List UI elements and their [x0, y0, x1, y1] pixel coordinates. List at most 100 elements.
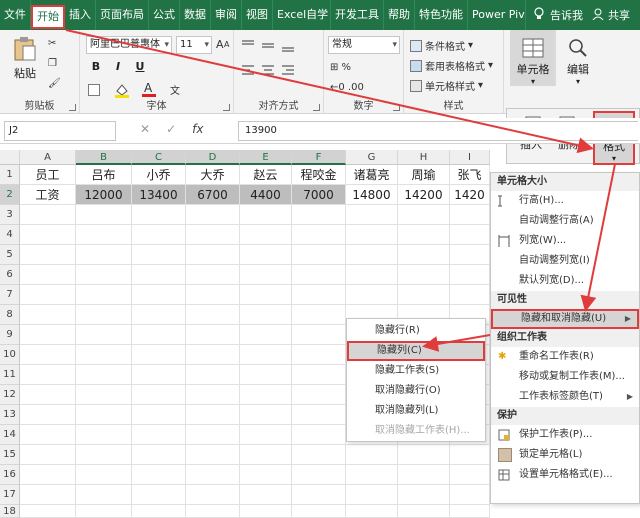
clipboard-launcher[interactable]	[69, 104, 76, 111]
sheet-cell[interactable]: 1420	[450, 185, 490, 205]
tab-power-pivot[interactable]: Power Pivot	[468, 0, 526, 30]
cell-styles-button[interactable]: 单元格样式 ▾	[410, 78, 483, 93]
row-header[interactable]: 16	[0, 465, 20, 485]
empty-cell[interactable]	[20, 205, 76, 225]
empty-cell[interactable]	[240, 445, 292, 465]
row-header[interactable]: 18	[0, 505, 20, 518]
empty-cell[interactable]	[450, 485, 490, 505]
menu-move-copy[interactable]: 移动或复制工作表(M)...	[491, 367, 639, 387]
row-header[interactable]: 1	[0, 165, 20, 185]
sheet-cell[interactable]: 7000	[292, 185, 346, 205]
sheet-cell[interactable]: 赵云	[240, 165, 292, 185]
empty-cell[interactable]	[76, 465, 132, 485]
empty-cell[interactable]	[292, 325, 346, 345]
empty-cell[interactable]	[186, 365, 240, 385]
submenu-hide-row[interactable]: 隐藏行(R)	[347, 321, 485, 341]
row-header[interactable]: 6	[0, 265, 20, 285]
empty-cell[interactable]	[398, 205, 450, 225]
empty-cell[interactable]	[76, 285, 132, 305]
empty-cell[interactable]	[132, 425, 186, 445]
cells-button[interactable]: 单元格 ▾	[510, 30, 556, 86]
empty-cell[interactable]	[76, 345, 132, 365]
empty-cell[interactable]	[20, 405, 76, 425]
empty-cell[interactable]	[240, 365, 292, 385]
font-launcher[interactable]	[223, 104, 230, 111]
empty-cell[interactable]	[240, 385, 292, 405]
underline-button[interactable]: U	[132, 60, 148, 73]
submenu-hide-sheet[interactable]: 隐藏工作表(S)	[347, 361, 485, 381]
menu-lock-cell[interactable]: 锁定单元格(L)	[491, 445, 639, 465]
menu-tab-color[interactable]: 工作表标签颜色(T) ▶	[491, 387, 639, 407]
empty-cell[interactable]	[132, 385, 186, 405]
empty-cell[interactable]	[292, 485, 346, 505]
sheet-cell[interactable]: 大乔	[186, 165, 240, 185]
column-header[interactable]: F	[292, 150, 346, 165]
empty-cell[interactable]	[240, 305, 292, 325]
empty-cell[interactable]	[76, 405, 132, 425]
bold-button[interactable]: B	[88, 60, 104, 73]
empty-cell[interactable]	[346, 445, 398, 465]
empty-cell[interactable]	[240, 225, 292, 245]
row-header[interactable]: 5	[0, 245, 20, 265]
empty-cell[interactable]	[132, 505, 186, 518]
sheet-cell[interactable]: 13400	[132, 185, 186, 205]
fill-color-icon[interactable]	[114, 82, 130, 98]
menu-hide-unhide[interactable]: 隐藏和取消隐藏(U) ▶	[491, 309, 639, 329]
cells-dropdown[interactable]: 单元格 ▾	[514, 38, 552, 86]
empty-cell[interactable]	[398, 505, 450, 518]
empty-cell[interactable]	[398, 485, 450, 505]
empty-cell[interactable]	[186, 225, 240, 245]
row-header[interactable]: 13	[0, 405, 20, 425]
tab-review[interactable]: 审阅	[211, 0, 242, 30]
empty-cell[interactable]	[186, 205, 240, 225]
row-header[interactable]: 14	[0, 425, 20, 445]
empty-cell[interactable]	[240, 245, 292, 265]
empty-cell[interactable]	[450, 245, 490, 265]
empty-cell[interactable]	[186, 405, 240, 425]
tab-formulas[interactable]: 公式	[149, 0, 180, 30]
number-launcher[interactable]	[393, 104, 400, 111]
editing-button[interactable]: 编辑 ▾	[560, 38, 596, 86]
row-header[interactable]: 4	[0, 225, 20, 245]
formula-input[interactable]: 13900	[238, 121, 638, 141]
alignment-icons[interactable]	[238, 38, 322, 88]
empty-cell[interactable]	[132, 345, 186, 365]
sheet-cell[interactable]: 工资	[20, 185, 76, 205]
shrink-font-button[interactable]: A	[224, 40, 229, 49]
empty-cell[interactable]	[132, 225, 186, 245]
empty-cell[interactable]	[240, 205, 292, 225]
sheet-cell[interactable]: 4400	[240, 185, 292, 205]
empty-cell[interactable]	[450, 445, 490, 465]
conditional-format-button[interactable]: 条件格式 ▾	[410, 38, 473, 53]
tab-view[interactable]: 视图	[242, 0, 273, 30]
empty-cell[interactable]	[76, 365, 132, 385]
menu-col-width[interactable]: 列宽(W)...	[491, 231, 639, 251]
tab-special[interactable]: 特色功能	[415, 0, 468, 30]
empty-cell[interactable]	[240, 285, 292, 305]
empty-cell[interactable]	[132, 325, 186, 345]
tab-file[interactable]: 文件	[0, 0, 31, 30]
empty-cell[interactable]	[132, 305, 186, 325]
empty-cell[interactable]	[398, 285, 450, 305]
empty-cell[interactable]	[450, 265, 490, 285]
empty-cell[interactable]	[292, 285, 346, 305]
empty-cell[interactable]	[346, 265, 398, 285]
empty-cell[interactable]	[20, 245, 76, 265]
column-header[interactable]: A	[20, 150, 76, 165]
empty-cell[interactable]	[450, 285, 490, 305]
empty-cell[interactable]	[240, 465, 292, 485]
empty-cell[interactable]	[398, 465, 450, 485]
name-box[interactable]: J2	[4, 121, 116, 141]
sheet-cell[interactable]: 张飞	[450, 165, 490, 185]
cancel-icon[interactable]: ✕	[140, 122, 150, 136]
empty-cell[interactable]	[292, 345, 346, 365]
empty-cell[interactable]	[292, 445, 346, 465]
empty-cell[interactable]	[240, 505, 292, 518]
empty-cell[interactable]	[450, 205, 490, 225]
sheet-cell[interactable]: 12000	[76, 185, 132, 205]
row-header[interactable]: 2	[0, 185, 20, 205]
sheet-cell[interactable]: 周瑜	[398, 165, 450, 185]
sheet-cell[interactable]: 程咬金	[292, 165, 346, 185]
empty-cell[interactable]	[292, 465, 346, 485]
empty-cell[interactable]	[132, 265, 186, 285]
